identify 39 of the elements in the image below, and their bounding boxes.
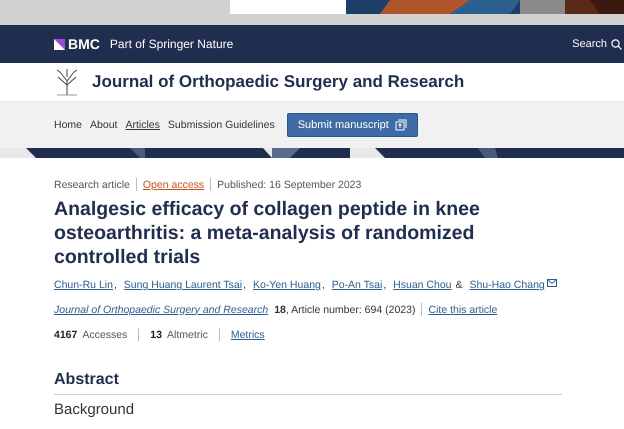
author-separator: , [112,279,118,291]
mail-icon[interactable] [546,279,557,287]
nav-link[interactable]: Submission Guidelines [168,119,275,131]
author-link[interactable]: Ko-Yen Huang [252,279,321,291]
author-separator: & [454,279,464,291]
nav-link[interactable]: Home [54,119,82,131]
search-icon [611,38,622,50]
article-title: Analgesic efficacy of collagen peptide in knee osteoarthritis: a meta-analysis of randomized controlled trials [54,197,481,269]
nav-link[interactable]: Articles [125,119,160,131]
author-separator: , [320,279,326,291]
author-link[interactable]: Sung Huang Laurent Tsai [124,279,242,291]
article-type: Research article [54,178,130,190]
author-separator: , [382,279,388,291]
nav-link[interactable]: About [90,119,118,131]
cite-link[interactable]: Cite this article [428,304,498,316]
author-separator: , [242,279,248,291]
metric-label: Altmetric [166,328,208,340]
tagline: Part of Springer Nature [110,37,234,51]
search-button[interactable]: Search [572,38,624,50]
journal-title[interactable]: Journal of Orthopaedic Surgery and Research [92,72,464,92]
tree-logo-icon [54,67,80,97]
author-link[interactable]: Chun-Ru Lin [54,279,113,291]
metric-value: 4167 [54,328,78,340]
published-date: Published: 16 September 2023 [217,178,362,190]
logo-icon [54,38,65,50]
metric-label: Accesses [82,328,128,340]
author-link[interactable]: Shu-Hao Chang [469,279,557,291]
abstract-heading: Abstract [54,371,562,395]
open-access-link[interactable]: Open access [142,178,204,190]
citation-details: 18, Article number: 694 (2023) [274,304,416,316]
metrics-link[interactable]: Metrics [230,328,265,340]
bmc-logo[interactable]: BMC [54,36,100,52]
metric-value: 13 [150,328,162,340]
author-link[interactable]: Hsuan Chou [393,279,452,291]
author-link[interactable]: Po-An Tsai [332,279,382,291]
section-heading: Background [54,401,136,418]
journal-link[interactable]: Journal of Orthopaedic Surgery and Research [54,304,268,316]
submit-manuscript-button[interactable]: Submit manuscript [286,113,418,137]
upload-icon [394,119,407,131]
